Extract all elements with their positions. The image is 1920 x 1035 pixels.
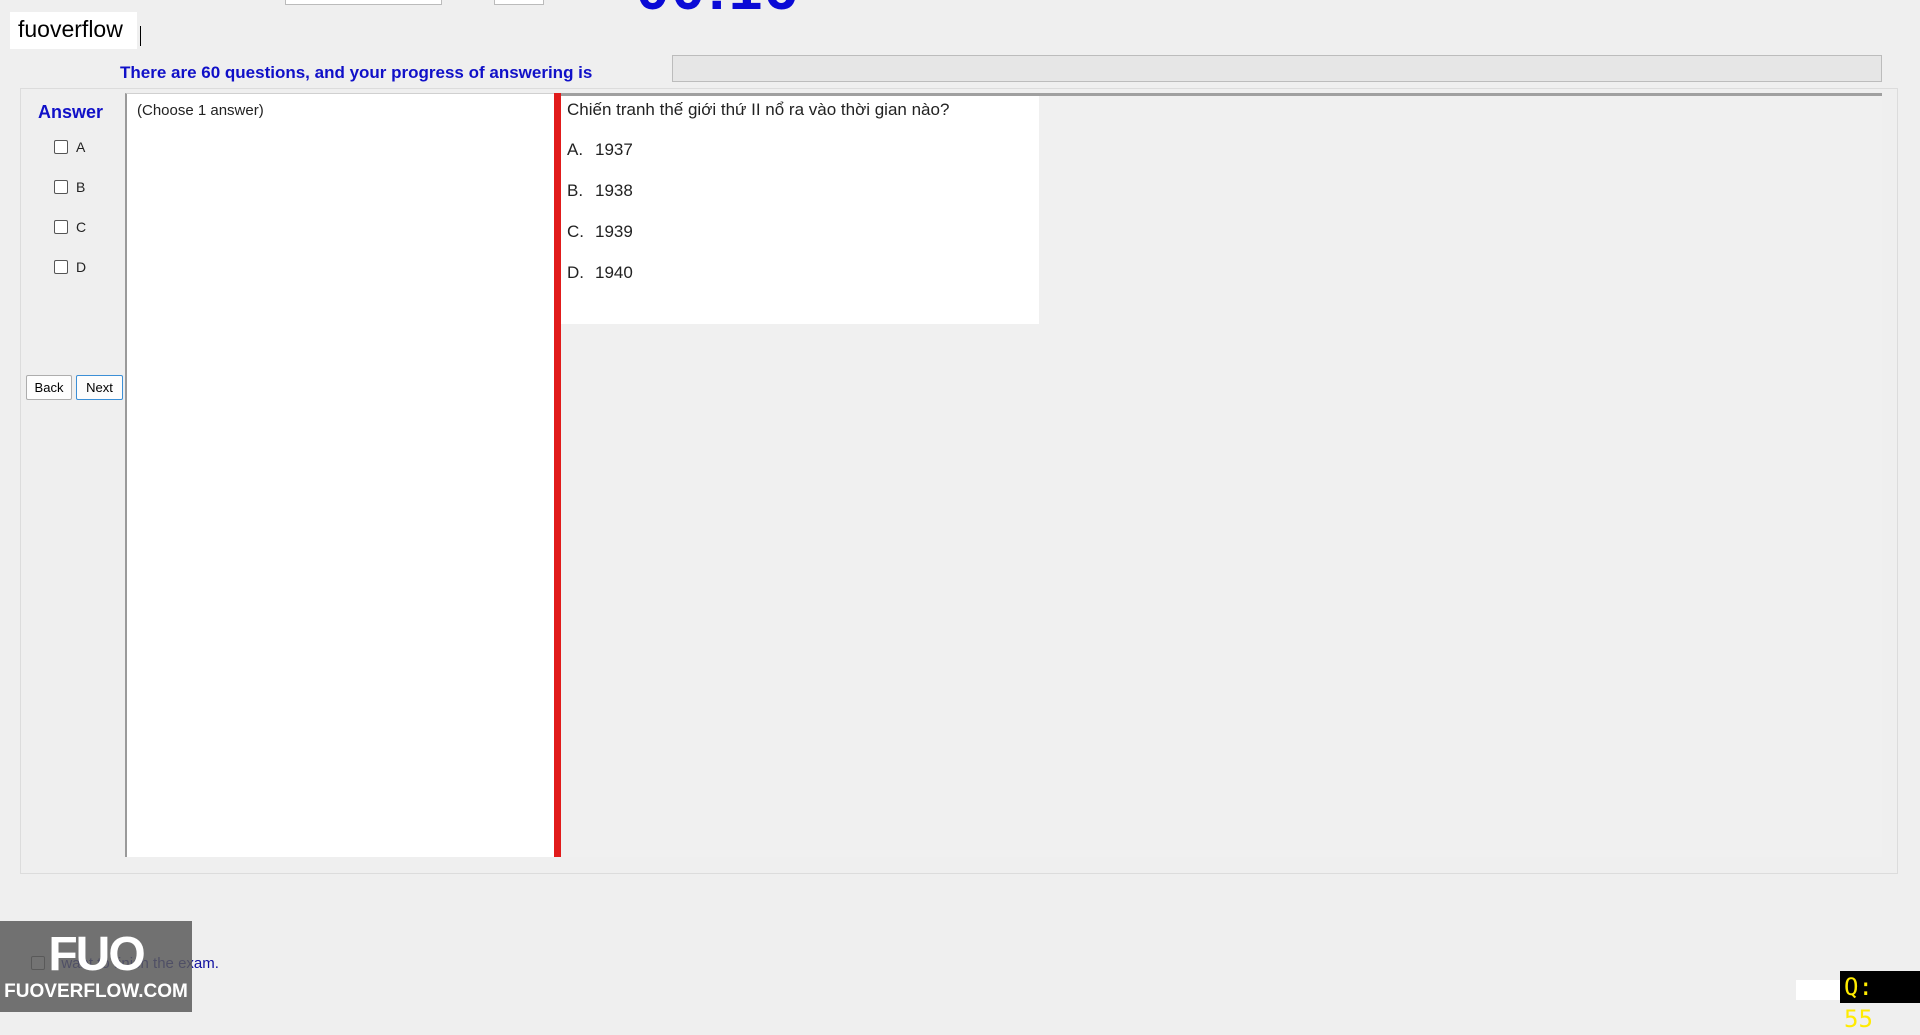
logo-mark: FUO bbox=[48, 927, 145, 981]
counter-strip bbox=[1796, 980, 1840, 1000]
progress-label: There are 60 questions, and your progres… bbox=[120, 63, 593, 82]
answer-option-a[interactable]: A bbox=[54, 138, 85, 156]
question-area: Chiến tranh thế giới thứ II nổ ra vào th… bbox=[561, 93, 1882, 857]
choose-hint: (Choose 1 answer) bbox=[137, 102, 264, 119]
panel-splitter[interactable] bbox=[554, 93, 561, 857]
answer-option-d[interactable]: D bbox=[54, 258, 86, 276]
question-counter: Q: 55 bbox=[1840, 971, 1920, 1033]
fuoverflow-logo: FUO FUOVERFLOW.COM bbox=[0, 921, 192, 1012]
choice-text-a: 1937 bbox=[595, 140, 633, 159]
logo-wordmark: FUOVERFLOW.COM bbox=[4, 980, 188, 1002]
answer-title: Answer bbox=[38, 102, 104, 122]
question-box: Chiến tranh thế giới thứ II nổ ra vào th… bbox=[561, 96, 1039, 324]
text-caret bbox=[140, 26, 141, 46]
choice-letter-a: A. bbox=[567, 140, 584, 159]
exam-timer: 00:16 bbox=[636, 0, 799, 23]
choice-letter-b: B. bbox=[567, 181, 584, 200]
watermark-label: fuoverflow bbox=[10, 12, 137, 49]
answer-panel: (Choose 1 answer) bbox=[125, 93, 555, 857]
top-small-control[interactable] bbox=[494, 0, 544, 5]
option-label-b: B bbox=[76, 179, 86, 195]
choice-d: D. 1940 bbox=[567, 263, 633, 283]
choice-a: A. 1937 bbox=[567, 140, 633, 160]
choice-text-d: 1940 bbox=[595, 263, 633, 282]
option-label-c: C bbox=[76, 219, 87, 235]
back-button[interactable]: Back bbox=[26, 375, 72, 400]
top-dropdown[interactable] bbox=[285, 0, 442, 5]
choice-text-b: 1938 bbox=[595, 181, 633, 200]
checkbox-c[interactable] bbox=[54, 220, 68, 234]
option-label-d: D bbox=[76, 259, 87, 275]
choice-b: B. 1938 bbox=[567, 181, 633, 201]
next-button[interactable]: Next bbox=[76, 375, 123, 400]
answer-option-b[interactable]: B bbox=[54, 178, 85, 196]
checkbox-d[interactable] bbox=[54, 260, 68, 274]
choice-letter-d: D. bbox=[567, 263, 584, 282]
progress-bar bbox=[672, 55, 1882, 82]
checkbox-a[interactable] bbox=[54, 140, 68, 154]
choice-letter-c: C. bbox=[567, 222, 584, 241]
checkbox-b[interactable] bbox=[54, 180, 68, 194]
choice-text-c: 1939 bbox=[595, 222, 633, 241]
answer-option-c[interactable]: C bbox=[54, 218, 86, 236]
question-text: Chiến tranh thế giới thứ II nổ ra vào th… bbox=[567, 100, 950, 119]
choice-c: C. 1939 bbox=[567, 222, 633, 242]
option-label-a: A bbox=[76, 139, 86, 155]
